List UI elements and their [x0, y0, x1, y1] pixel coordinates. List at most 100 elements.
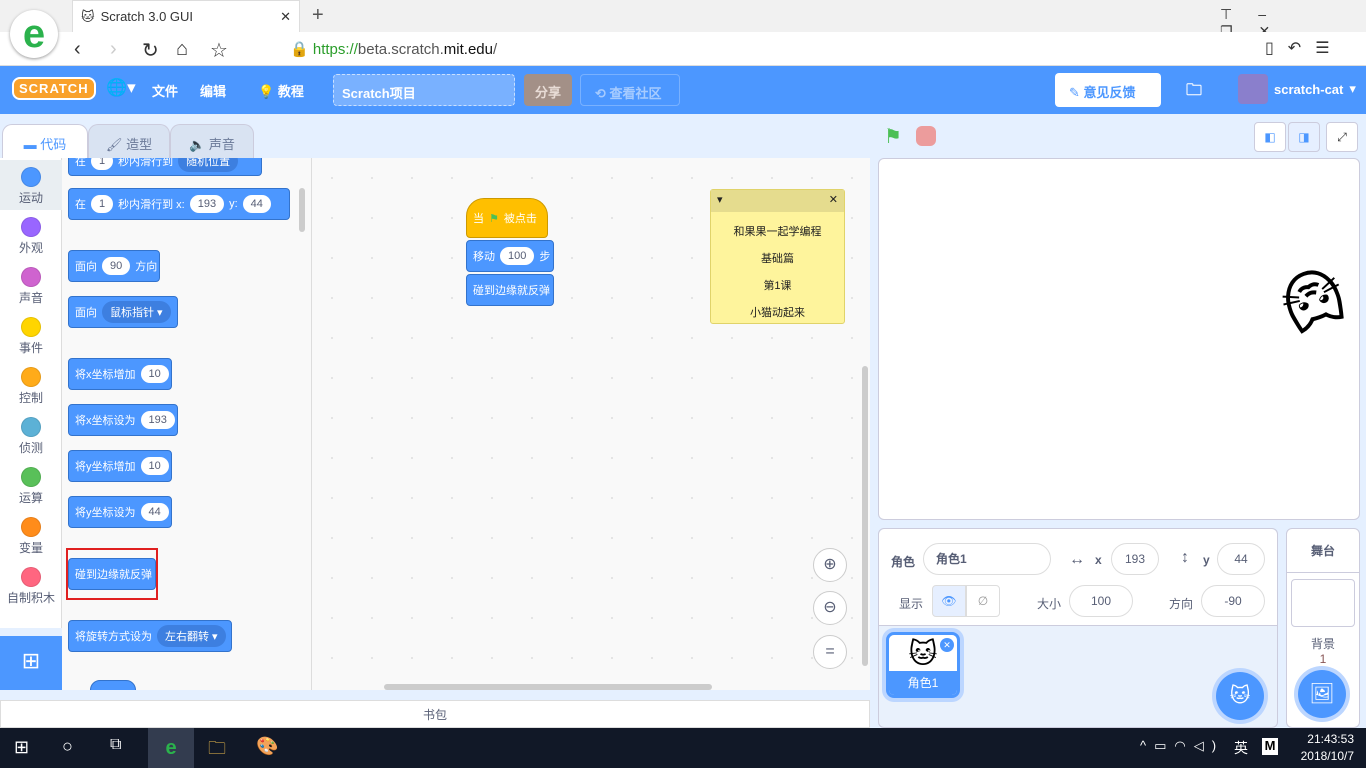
taskbar-browser-icon[interactable]: e — [148, 728, 194, 768]
clock[interactable]: 21:43:53 2018/10/7 — [1301, 731, 1354, 765]
block-glide-xy[interactable]: 在 1 秒内滑行到 x: 193 y: 44 — [68, 188, 290, 220]
home-icon[interactable]: ⌂ — [176, 38, 188, 61]
see-community-button[interactable]: ⟲ 查看社区 — [580, 74, 680, 106]
comment-note[interactable]: ▾ ✕ 和果果一起学编程 基础篇 第1课 小猫动起来 — [710, 189, 845, 324]
block-bounce-on-edge[interactable]: 碰到边缘就反弹 — [466, 274, 554, 306]
value-input[interactable]: 193 — [140, 411, 175, 429]
forward-icon[interactable]: › — [110, 38, 117, 61]
size-input[interactable]: 100 — [1069, 585, 1133, 617]
new-tab-icon[interactable]: + — [312, 4, 324, 27]
favorite-star-icon[interactable]: ☆ — [210, 38, 228, 63]
block-change-y[interactable]: 将y坐标增加 10 — [68, 450, 172, 482]
add-backdrop-button[interactable]: 🖼 — [1298, 670, 1346, 718]
workspace-h-scrollbar[interactable] — [384, 684, 712, 690]
secs-input[interactable]: 1 — [91, 158, 114, 170]
url-field[interactable]: 🔒 https://beta.scratch.mit.edu/ — [290, 40, 497, 58]
normal-stage-button[interactable]: ◨ — [1288, 122, 1320, 152]
workspace-v-scrollbar[interactable] — [862, 366, 868, 666]
collapse-icon[interactable]: ▾ — [717, 193, 723, 209]
browser-logo-icon[interactable]: e — [10, 10, 58, 58]
add-extension-button[interactable]: ⊞ — [0, 636, 62, 690]
category-looks[interactable]: 外观 — [0, 210, 62, 260]
category-motion[interactable]: 运动 — [0, 160, 62, 210]
category-sound[interactable]: 声音 — [0, 260, 62, 310]
search-icon[interactable]: ○ — [62, 736, 73, 757]
close-tab-icon[interactable]: ✕ — [280, 9, 291, 25]
menu-tutorials[interactable]: 💡 教程 — [258, 81, 304, 100]
block-move-steps[interactable]: 移动 100 步 — [466, 240, 554, 272]
category-operators[interactable]: 运算 — [0, 460, 62, 510]
scratch-logo[interactable]: SCRATCH — [12, 77, 96, 100]
close-icon[interactable]: ✕ — [829, 193, 838, 209]
towards-dropdown[interactable]: 鼠标指针 ▾ — [102, 301, 171, 323]
paint-icon[interactable]: 🎨 — [256, 736, 278, 757]
share-button[interactable]: 分享 — [524, 74, 572, 106]
steps-input[interactable]: 100 — [500, 247, 535, 265]
block-set-x[interactable]: 将x坐标设为 193 — [68, 404, 178, 436]
secs-input[interactable]: 1 — [91, 195, 114, 213]
my-stuff-folder-icon[interactable]: 🗀 — [1186, 79, 1202, 106]
zoom-in-button[interactable]: ⊕ — [813, 548, 847, 582]
block-glide-random[interactable]: 在 1 秒内滑行到 随机位置 — [68, 158, 262, 176]
speaker-icon: 🔈 — [189, 137, 206, 152]
delete-sprite-icon[interactable]: ✕ — [940, 638, 954, 652]
y-input[interactable]: 44 — [1217, 543, 1265, 575]
fullscreen-button[interactable]: ⤢ — [1326, 122, 1358, 152]
backpack[interactable]: 书包 — [0, 700, 870, 728]
zoom-reset-button[interactable]: = — [813, 635, 847, 669]
stage-thumbnail[interactable] — [1291, 579, 1355, 627]
account-menu[interactable]: scratch-cat ▾ — [1238, 74, 1356, 104]
sprite-name-input[interactable]: 角色1 — [923, 543, 1051, 575]
block-partial[interactable] — [90, 680, 136, 690]
rotation-dropdown[interactable]: 左右翻转 ▾ — [157, 625, 226, 647]
x-input[interactable]: 193 — [1111, 543, 1159, 575]
block-point-towards[interactable]: 面向 鼠标指针 ▾ — [68, 296, 178, 328]
category-my-blocks[interactable]: 自制积木 — [0, 560, 62, 610]
tab-code[interactable]: ▬ 代码 — [2, 124, 88, 160]
ime-mode-icon[interactable]: M — [1262, 738, 1278, 755]
y-input[interactable]: 44 — [242, 195, 271, 213]
ime-indicator[interactable]: 英 — [1234, 738, 1248, 758]
add-sprite-button[interactable]: 🐱 — [1216, 672, 1264, 720]
green-flag-button[interactable]: ⚑ — [884, 124, 902, 149]
project-title-input[interactable]: Scratch项目 — [333, 74, 515, 106]
show-label: 显示 — [899, 597, 924, 611]
x-input[interactable]: 193 — [189, 195, 225, 213]
zoom-out-button[interactable]: ⊖ — [813, 591, 847, 625]
block-change-x[interactable]: 将x坐标增加 10 — [68, 358, 172, 390]
category-control[interactable]: 控制 — [0, 360, 62, 410]
value-input[interactable]: 10 — [140, 365, 169, 383]
value-input[interactable]: 44 — [140, 503, 169, 521]
menu-edit[interactable]: 编辑 — [200, 81, 226, 100]
file-explorer-icon[interactable]: 🗀 — [208, 736, 226, 766]
hide-eye-button[interactable]: ∅ — [966, 585, 1000, 617]
tray-icons[interactable]: ^▭◠◁) — [1140, 738, 1224, 754]
task-view-icon[interactable]: ⧉ — [110, 736, 121, 754]
direction-input[interactable]: 90 — [102, 257, 131, 275]
sprite-thumbnail[interactable]: 🐱 ✕ 角色1 — [886, 632, 960, 698]
category-sensing[interactable]: 侦测 — [0, 410, 62, 460]
tab-costumes[interactable]: 🖌 造型 — [88, 124, 170, 160]
menu-file[interactable]: 文件 — [152, 81, 178, 100]
tab-sounds[interactable]: 🔈 声音 — [170, 124, 254, 160]
show-eye-button[interactable]: 👁 — [932, 585, 966, 617]
small-stage-button[interactable]: ◧ — [1254, 122, 1286, 152]
category-variables[interactable]: 变量 — [0, 510, 62, 560]
block-set-y[interactable]: 将y坐标设为 44 — [68, 496, 172, 528]
palette-scrollbar[interactable] — [299, 188, 305, 232]
category-events[interactable]: 事件 — [0, 310, 62, 360]
reload-icon[interactable]: ↻ — [142, 38, 159, 63]
direction-input[interactable]: -90 — [1201, 585, 1265, 617]
windows-start-icon[interactable]: ⊞ — [14, 737, 29, 758]
value-input[interactable]: 10 — [140, 457, 169, 475]
block-set-rotation-style[interactable]: 将旋转方式设为 左右翻转 ▾ — [68, 620, 232, 652]
block-point-in-direction[interactable]: 面向 90 方向 — [68, 250, 160, 282]
browser-menu-icons[interactable]: ▯↶☰ — [1265, 38, 1344, 58]
block-when-flag-clicked[interactable]: 当 ⚑ 被点击 — [466, 198, 548, 238]
browser-tab[interactable]: 🐱 Scratch 3.0 GUI ✕ — [72, 0, 300, 32]
language-globe-icon[interactable]: 🌐▾ — [106, 78, 136, 98]
feedback-button[interactable]: ✎ 意见反馈 — [1055, 73, 1161, 107]
target-dropdown[interactable]: 随机位置 — [178, 158, 239, 172]
back-icon[interactable]: ‹ — [74, 38, 81, 61]
stop-button[interactable] — [916, 126, 936, 146]
